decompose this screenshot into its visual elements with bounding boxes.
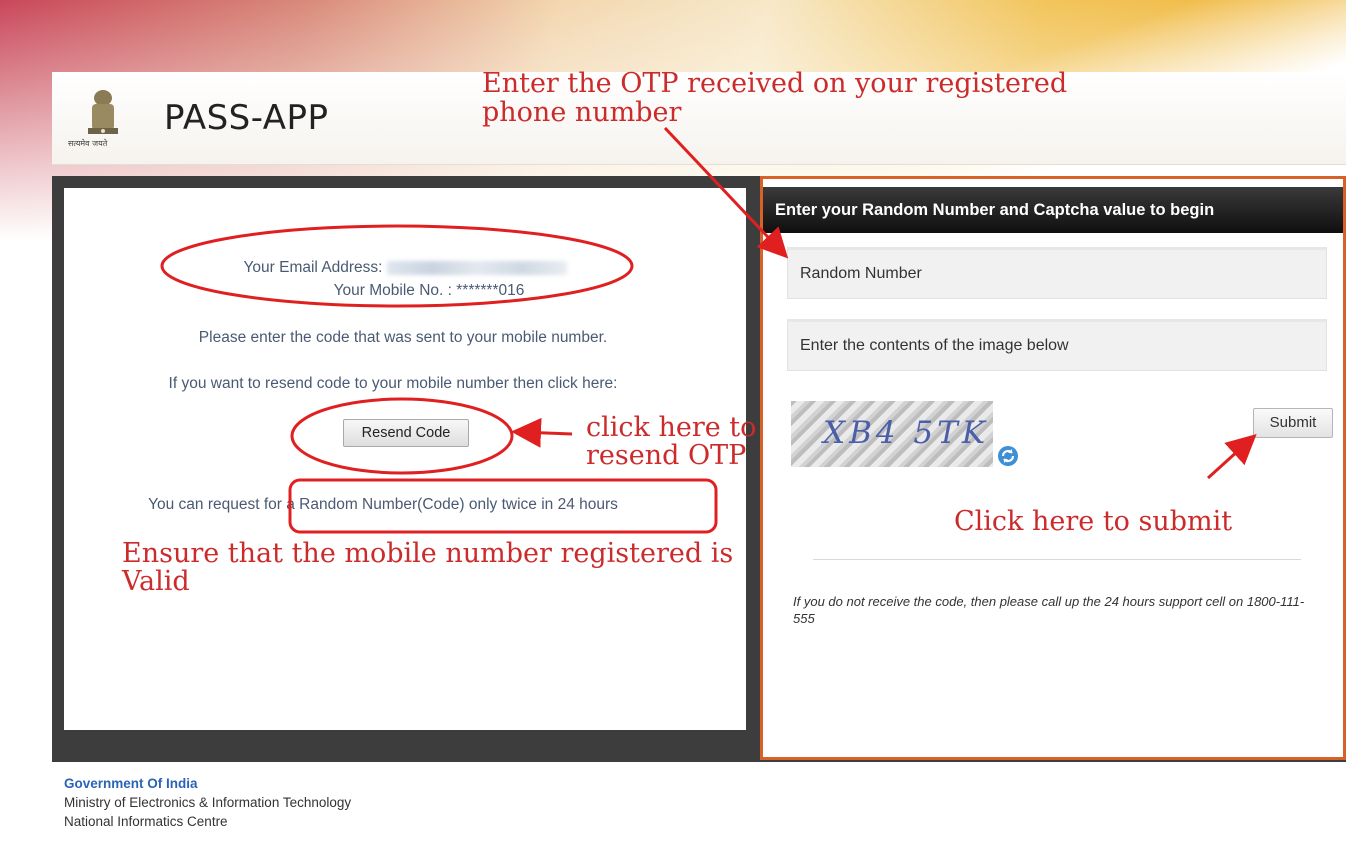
ensure-annotation-line2: Valid xyxy=(122,566,190,597)
login-panel-title: Enter your Random Number and Captcha val… xyxy=(763,187,1343,233)
emblem-caption: सत्यमेव जयते xyxy=(68,139,108,148)
refresh-icon[interactable] xyxy=(997,445,1019,467)
email-line: Your Email Address: xyxy=(64,259,746,277)
footer-ministry: Ministry of Electronics & Information Te… xyxy=(64,795,352,810)
enter-code-text: Please enter the code that was sent to y… xyxy=(198,329,608,346)
resend-annotation-line1: click here to xyxy=(586,412,757,443)
captcha-text: XB4 5TK xyxy=(823,415,989,451)
resend-code-button[interactable]: Resend Code xyxy=(343,419,469,447)
random-number-input[interactable]: Random Number xyxy=(787,247,1327,299)
mobile-line: Your Mobile No. : *******016 xyxy=(333,282,525,299)
footer-government: Government Of India xyxy=(64,776,198,791)
captcha-input[interactable]: Enter the contents of the image below xyxy=(787,319,1327,371)
request-limit-text: You can request for a Random Number(Code… xyxy=(148,496,618,513)
otp-annotation-line2: phone number xyxy=(482,97,682,128)
resend-instruction: If you want to resend code to your mobil… xyxy=(168,375,618,392)
ensure-annotation-line1: Ensure that the mobile number registered… xyxy=(122,538,734,569)
submit-annotation: Click here to submit xyxy=(954,506,1233,537)
masked-email xyxy=(386,260,567,275)
captcha-image: XB4 5TK xyxy=(791,401,993,467)
submit-button[interactable]: Submit xyxy=(1253,408,1333,438)
resend-annotation-line2: resend OTP xyxy=(586,440,747,471)
otp-annotation-line1: Enter the OTP received on your registere… xyxy=(482,68,1068,99)
divider xyxy=(813,559,1301,560)
footer: Government Of India Ministry of Electron… xyxy=(64,774,351,831)
support-note: If you do not receive the code, then ple… xyxy=(793,594,1305,626)
right-panel: Enter your Random Number and Captcha val… xyxy=(760,176,1346,760)
footer-nic: National Informatics Centre xyxy=(64,814,228,829)
email-label: Your Email Address: xyxy=(243,259,383,276)
app-title: PASS-APP xyxy=(164,98,329,138)
